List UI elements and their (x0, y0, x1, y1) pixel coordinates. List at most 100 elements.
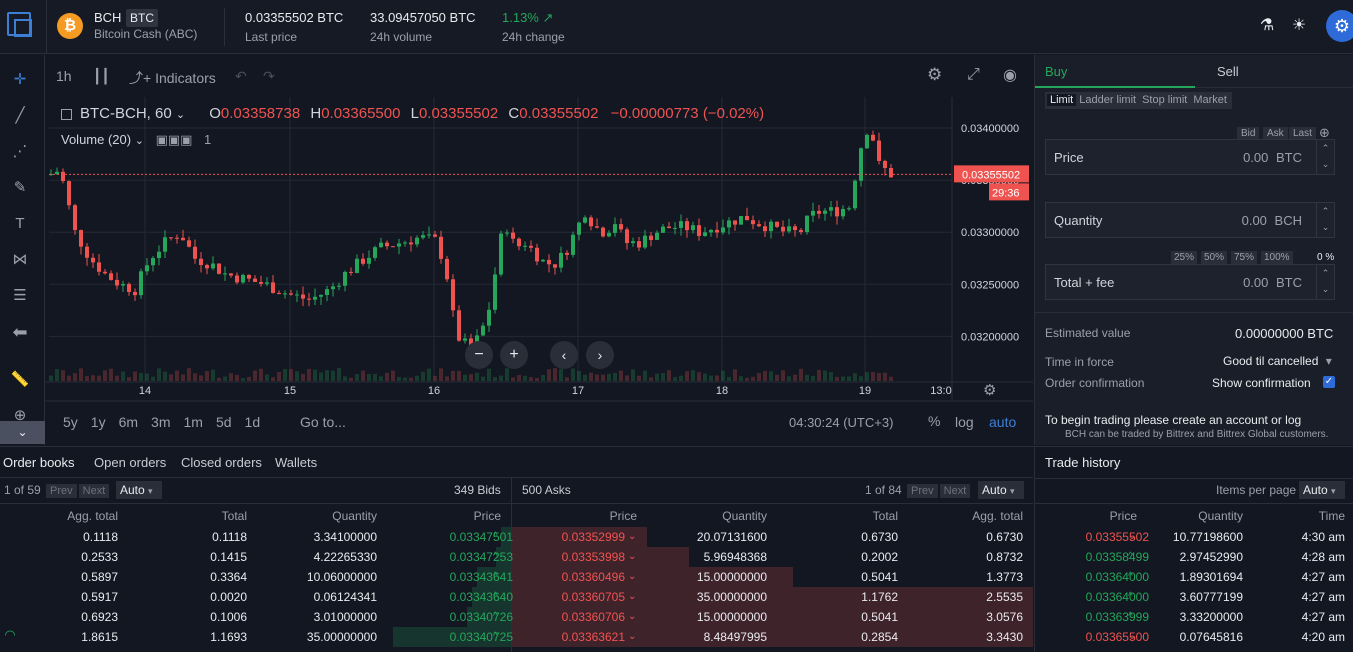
pct-75-button[interactable]: 75% (1231, 251, 1258, 264)
fib-tool-icon[interactable]: ⋰ (9, 141, 31, 163)
ask-cell[interactable]: 1.3773 (986, 567, 1023, 587)
quantity-field[interactable]: Quantity 0.00 BCH ⌃ ⌄ (1045, 202, 1335, 238)
tab-order-books[interactable]: Order books (3, 455, 75, 470)
ask-cell[interactable]: 0.6730 (986, 527, 1023, 547)
items-per-page-select[interactable]: Auto ▾ (1299, 481, 1345, 499)
bids-next-button[interactable]: Next (78, 484, 110, 498)
asks-grouping-select[interactable]: Auto ▾ (978, 481, 1024, 499)
bid-cell[interactable]: 0.3364 (210, 567, 247, 587)
brush-icon[interactable]: ✎ (9, 177, 31, 199)
tab-ladder-limit[interactable]: Ladder limit (1076, 94, 1139, 106)
tab-market[interactable]: Market (1190, 94, 1230, 106)
bid-cell[interactable]: 0.03340726 (450, 607, 513, 627)
bid-cell[interactable]: 0.06124341 (314, 587, 377, 607)
period-5d[interactable]: 5d (216, 414, 232, 430)
price-chart[interactable]: 1h ┃┃ ⤴+ Indicators ↶ ↷ ⚙ ⤢ ◉ 0.03400000… (45, 55, 1033, 445)
ask-cell[interactable]: 0.6730 (861, 527, 898, 547)
ask-cell[interactable]: 0.03363621 (562, 627, 625, 647)
period-5y[interactable]: 5y (63, 414, 78, 430)
tab-open-orders[interactable]: Open orders (94, 455, 166, 470)
period-6m[interactable]: 6m (119, 414, 138, 430)
ask-cell[interactable]: 0.03360496 (562, 567, 625, 587)
settings-gear-icon[interactable]: ⚙ (1326, 10, 1353, 42)
bid-cell[interactable]: 1.8615 (81, 627, 118, 647)
log-scale-toggle[interactable]: log (955, 414, 974, 430)
zoom-out-button[interactable]: − (465, 341, 493, 369)
pct-100-button[interactable]: 100% (1261, 251, 1293, 264)
arrow-left-icon[interactable]: ⬅ (9, 321, 31, 343)
ask-cell[interactable]: 15.00000000 (697, 567, 767, 587)
ask-cell[interactable]: 5.96948368 (704, 547, 767, 567)
bid-cell[interactable]: 0.0020 (210, 587, 247, 607)
bid-cell[interactable]: 0.6923 (81, 607, 118, 627)
flask-icon[interactable]: ⚗ (1257, 16, 1277, 36)
chevron-down-icon[interactable]: ⌄ (0, 421, 45, 444)
bid-cell[interactable]: 0.2533 (81, 547, 118, 567)
measure-icon[interactable]: ☰ (9, 285, 31, 307)
period-1d[interactable]: 1d (245, 414, 261, 430)
bid-cell[interactable]: 3.34100000 (314, 527, 377, 547)
bid-cell[interactable]: 3.01000000 (314, 607, 377, 627)
bid-cell[interactable]: 0.03347253 (450, 547, 513, 567)
ask-cell[interactable]: 0.8732 (986, 547, 1023, 567)
price-stepper[interactable]: ⌃ ⌄ (1316, 140, 1334, 174)
goto-button[interactable]: Go to... (300, 414, 346, 430)
scroll-right-button[interactable]: › (586, 341, 614, 369)
bid-cell[interactable]: 1.1693 (210, 627, 247, 647)
quantity-stepper[interactable]: ⌃ ⌄ (1316, 203, 1334, 237)
percent-scale-toggle[interactable]: % (928, 413, 940, 429)
pct-25-button[interactable]: 25% (1171, 251, 1198, 264)
bids-prev-button[interactable]: Prev (46, 484, 77, 498)
tab-limit[interactable]: Limit (1047, 94, 1077, 106)
ask-cell[interactable]: 0.5041 (861, 567, 898, 587)
tab-closed-orders[interactable]: Closed orders (181, 455, 262, 470)
bid-cell[interactable]: 0.1118 (212, 527, 247, 547)
collapse-icon[interactable] (61, 108, 72, 120)
bid-cell[interactable]: 10.06000000 (307, 567, 377, 587)
period-1y[interactable]: 1y (91, 414, 106, 430)
text-tool-icon[interactable]: T (9, 213, 31, 235)
asks-next-button[interactable]: Next (939, 484, 971, 498)
ask-cell[interactable]: 0.03360706 (562, 607, 625, 627)
ask-cell[interactable]: 20.07131600 (697, 527, 767, 547)
ruler-icon[interactable]: 📏 (9, 369, 31, 391)
bid-cell[interactable]: 0.03347501 (450, 527, 513, 547)
logo-icon[interactable] (7, 12, 32, 37)
bid-cell[interactable]: 0.03343641 (450, 567, 513, 587)
pct-50-button[interactable]: 50% (1201, 251, 1228, 264)
total-stepper[interactable]: ⌃ ⌄ (1316, 265, 1334, 299)
chevron-down-icon[interactable]: ⌄ (176, 109, 185, 121)
quantity-value[interactable]: 0.00 BCH (1242, 213, 1302, 228)
bid-cell[interactable]: 35.00000000 (307, 627, 377, 647)
zoom-in-button[interactable]: + (500, 341, 528, 369)
asks-prev-button[interactable]: Prev (907, 484, 938, 498)
trend-line-icon[interactable]: ╱ (9, 105, 31, 127)
total-value[interactable]: 0.00 BTC (1243, 275, 1302, 290)
bid-cell[interactable]: 0.03343640 (450, 587, 513, 607)
bid-cell[interactable]: 4.22265330 (314, 547, 377, 567)
ask-cell[interactable]: 0.2002 (861, 547, 898, 567)
time-axis-settings-icon[interactable]: ⚙ (983, 381, 996, 399)
pair-symbol[interactable]: BCH (94, 10, 121, 25)
pattern-icon[interactable]: ⋈ (9, 249, 31, 271)
bid-cell[interactable]: 0.1415 (210, 547, 247, 567)
ask-cell[interactable]: 0.2854 (861, 627, 898, 647)
tab-stop-limit[interactable]: Stop limit (1139, 94, 1190, 106)
chevron-down-icon[interactable]: ⌄ (135, 135, 144, 147)
ask-cell[interactable]: 0.03353998 (562, 547, 625, 567)
tab-sell[interactable]: Sell (1195, 55, 1353, 88)
total-fee-field[interactable]: Total + fee 0.00 BTC ⌃ ⌄ (1045, 264, 1335, 300)
bid-cell[interactable]: 0.5917 (81, 587, 118, 607)
indicator-controls-icon[interactable]: ▣▣▣ (156, 132, 193, 147)
ask-cell[interactable]: 1.1762 (861, 587, 898, 607)
tab-buy[interactable]: Buy (1035, 55, 1195, 88)
ask-cell[interactable]: 35.00000000 (697, 587, 767, 607)
ask-cell[interactable]: 3.0576 (986, 607, 1023, 627)
ask-cell[interactable]: 15.00000000 (697, 607, 767, 627)
crosshair-icon[interactable]: ✛ (9, 69, 31, 91)
period-3m[interactable]: 3m (151, 414, 170, 430)
show-confirmation-checkbox[interactable]: ✓ (1323, 376, 1335, 388)
bid-cell[interactable]: 0.1006 (210, 607, 247, 627)
time-in-force-select[interactable]: Good til cancelled ▾ (1223, 354, 1332, 368)
ask-cell[interactable]: 3.3430 (986, 627, 1023, 647)
